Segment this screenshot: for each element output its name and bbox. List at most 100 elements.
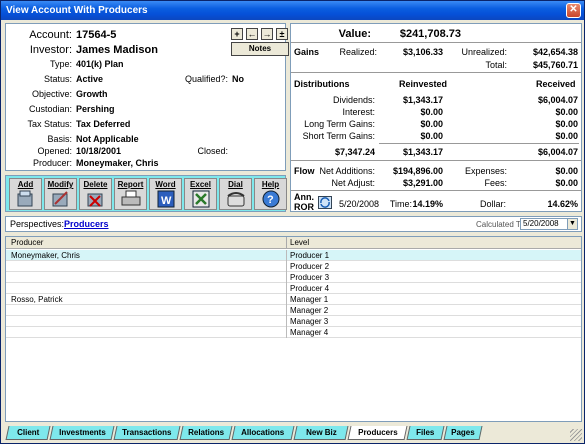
table-row[interactable]: Manager 2 [6,305,581,316]
table-row[interactable]: Manager 3 [6,316,581,327]
table-row[interactable]: Producer 4 [6,283,581,294]
ann-label: Ann. [294,192,314,202]
nav-next-button[interactable]: → [261,28,273,40]
report-button[interactable]: Report [114,178,147,210]
time-value: 14.19% [412,199,443,209]
custodian-label: Custodian: [28,104,72,114]
unrealized-label: Unrealized: [461,47,507,57]
producers-grid: Producer Level Moneymaker, Chris Producer… [5,236,582,422]
add-button[interactable]: Add [9,178,42,210]
nav-toggle-button[interactable]: ± [276,28,288,40]
delete-button[interactable]: Delete [79,178,112,210]
modify-label: Modify [47,180,74,189]
ltg-label: Long Term Gains: [304,119,375,129]
ltg-received: $0.00 [555,119,578,129]
table-row[interactable]: Rosso, Patrick Manager 1 [6,294,581,305]
dividends-received: $6,004.07 [537,95,578,105]
net-additions-value: $194,896.00 [392,166,443,176]
perspectives-bar: Perspectives: Producers Calculated To 5/… [5,216,582,232]
refresh-ror-button[interactable] [318,196,332,209]
tab-label: Allocations [241,428,285,437]
taxstatus-label: Tax Status: [27,119,72,129]
report-label: Report [117,180,144,189]
close-button[interactable]: ✕ [566,3,581,18]
type-value: 401(k) Plan [76,59,124,69]
tab-label: Relations [188,428,225,437]
ror-label: ROR [294,202,314,212]
excel-label: Excel [190,180,211,189]
total-value: $241,708.73 [399,28,461,40]
level-cell: Manager 4 [286,327,581,338]
tab-label: Investments [58,428,106,437]
distributions-label: Distributions [294,79,350,89]
dial-button[interactable]: Dial [219,178,252,210]
window-titlebar: View Account With Producers ✕ [1,1,584,20]
app-window: View Account With Producers ✕ Account: 1… [0,0,585,444]
perspectives-link[interactable]: Producers [64,219,109,229]
col-level-header[interactable]: Level [286,237,309,249]
tab-investments[interactable]: Investments [49,426,115,440]
level-cell: Producer 3 [286,272,581,283]
closed-label: Closed: [197,146,228,156]
word-icon: W [157,190,175,208]
tab-pages[interactable]: Pages [443,426,483,440]
tab-files[interactable]: Files [406,426,445,440]
qualified-label: Qualified?: [184,74,228,84]
svg-text:?: ? [267,194,274,206]
table-row[interactable]: Moneymaker, Chris Producer 1 [6,250,581,261]
calculated-to-select[interactable]: 5/20/2008 ▼ [520,218,578,230]
refresh-icon [320,197,330,208]
total-gains-value: $45,760.71 [532,60,578,70]
tab-allocations[interactable]: Allocations [231,426,295,440]
calculated-to-label: Calculated To [476,220,525,229]
level-cell: Manager 1 [286,294,581,305]
summary-panel: Value: $241,708.73 Gains Realized: $3,10… [290,23,582,212]
tab-label: Transactions [122,428,172,437]
window-title: View Account With Producers [6,5,148,16]
dollar-label: Dollar: [479,199,506,209]
modify-button[interactable]: Modify [44,178,77,210]
fees-label: Fees: [484,178,507,188]
word-label: Word [155,180,176,189]
tab-new-biz[interactable]: New Biz [293,426,349,440]
table-row[interactable]: Producer 3 [6,272,581,283]
interest-reinvested: $0.00 [420,107,443,117]
level-cell: Producer 4 [286,283,581,294]
add-label: Add [17,180,34,189]
nav-prev-button[interactable]: ← [246,28,258,40]
help-button[interactable]: Help ? [254,178,287,210]
action-toolbar: Add Modify Delete Report Word W Excel Di… [5,175,287,212]
received-header: Received [536,79,576,89]
calculated-to-date: 5/20/2008 [523,219,559,228]
excel-button[interactable]: Excel [184,178,217,210]
net-adjust-value: $3,291.00 [402,178,443,188]
net-additions-label: Net Additions: [319,166,375,176]
tab-producers[interactable]: Producers [347,426,408,440]
level-cell: Manager 2 [286,305,581,316]
resize-grip[interactable] [570,429,582,441]
producer-cell: Rosso, Patrick [11,295,63,304]
word-button[interactable]: Word W [149,178,182,210]
chevron-down-icon: ▼ [567,219,577,229]
tab-transactions[interactable]: Transactions [113,426,181,440]
nav-add-button[interactable]: + [231,28,243,40]
dist-received-total: $6,004.07 [537,147,578,157]
notes-button[interactable]: Notes [231,42,289,56]
delete-label: Delete [83,180,108,189]
type-label: Type: [49,59,72,69]
realized-value: $3,106.33 [402,47,443,57]
tab-client[interactable]: Client [5,426,51,440]
close-icon: ✕ [569,4,578,15]
grid-header: Producer Level [6,237,581,249]
expenses-label: Expenses: [464,166,507,176]
dividends-reinvested: $1,343.17 [402,95,443,105]
producer-value: Moneymaker, Chris [76,158,159,168]
tab-label: Files [416,428,435,437]
table-row[interactable]: Producer 2 [6,261,581,272]
table-row[interactable]: Manager 4 [6,327,581,338]
stg-reinvested: $0.00 [420,131,443,141]
help-icon: ? [262,190,280,208]
col-producer-header[interactable]: Producer [11,238,43,247]
dollar-value: 14.62% [547,199,578,209]
tab-relations[interactable]: Relations [179,426,233,440]
